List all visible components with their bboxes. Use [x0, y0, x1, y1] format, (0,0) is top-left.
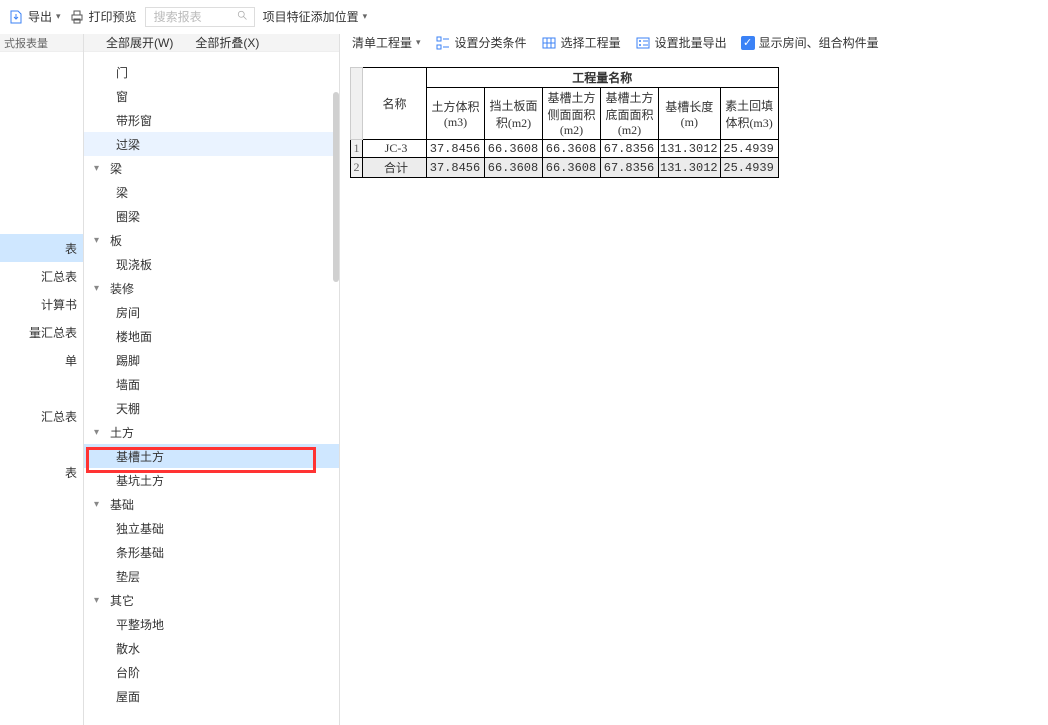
- tree-item[interactable]: 垫层: [84, 564, 339, 588]
- tree-item[interactable]: 平整场地: [84, 612, 339, 636]
- collapse-all-button[interactable]: 全部折叠(X): [195, 34, 259, 51]
- column-header: 基槽土方侧面面积(m2): [543, 88, 601, 140]
- data-cell: 66.3608: [485, 158, 543, 178]
- caret-down-icon: ▾: [94, 427, 106, 438]
- left-sidebar-item[interactable]: 计算书: [0, 290, 83, 318]
- left-sidebar-item[interactable]: 汇总表: [0, 262, 83, 290]
- select-qty-icon: [541, 35, 557, 51]
- feature-position-button[interactable]: 项目特征添加位置 ▾: [263, 8, 368, 25]
- column-header: 素土回填体积(m3): [720, 88, 778, 140]
- column-header: 名称: [363, 68, 427, 140]
- row-number: 2: [351, 158, 363, 178]
- column-header: 挡土板面积(m2): [485, 88, 543, 140]
- quantity-table: 名称工程量名称土方体积(m3)挡土板面积(m2)基槽土方侧面面积(m2)基槽土方…: [350, 67, 779, 178]
- scrollbar[interactable]: [333, 92, 339, 282]
- data-cell: 25.4939: [720, 158, 778, 178]
- data-cell: 66.3608: [543, 158, 601, 178]
- data-cell: 67.8356: [601, 140, 659, 158]
- left-sidebar-item[interactable]: [0, 430, 83, 458]
- left-sidebar-item[interactable]: 表: [0, 458, 83, 486]
- feature-position-label: 项目特征添加位置: [263, 8, 359, 25]
- tree-group[interactable]: ▾其它: [84, 588, 339, 612]
- tree-item[interactable]: 散水: [84, 636, 339, 660]
- tree-item[interactable]: 台阶: [84, 660, 339, 684]
- search-input[interactable]: [152, 9, 222, 25]
- caret-down-icon: ▾: [94, 235, 106, 246]
- export-label: 导出: [28, 8, 52, 25]
- column-header: 基槽长度(m): [659, 88, 721, 140]
- tree-item[interactable]: 基坑土方: [84, 468, 339, 492]
- checkbox-checked-icon: ✓: [741, 36, 755, 50]
- left-sidebar-item[interactable]: 量汇总表: [0, 318, 83, 346]
- classify-icon: [435, 35, 451, 51]
- tree-item[interactable]: 梁: [84, 180, 339, 204]
- tree-item[interactable]: 过梁: [84, 132, 339, 156]
- left-sidebar-item[interactable]: 表: [0, 234, 83, 262]
- caret-down-icon: ▾: [94, 595, 106, 606]
- caret-down-icon: ▾: [94, 163, 106, 174]
- list-quantity-button[interactable]: 清单工程量 ▾: [352, 34, 421, 51]
- print-preview-button[interactable]: 打印预览: [69, 8, 137, 25]
- export-button[interactable]: 导出 ▾: [8, 8, 61, 25]
- show-rooms-toggle[interactable]: ✓ 显示房间、组合构件量: [741, 34, 879, 51]
- tree-item[interactable]: 条形基础: [84, 540, 339, 564]
- tree-group[interactable]: ▾基础: [84, 492, 339, 516]
- select-quantity-button[interactable]: 选择工程量: [541, 34, 621, 51]
- data-cell: 131.3012: [659, 140, 721, 158]
- row-name-cell: 合计: [363, 158, 427, 178]
- tree-item[interactable]: 房间: [84, 300, 339, 324]
- batch-export-button[interactable]: 设置批量导出: [635, 34, 727, 51]
- print-preview-label: 打印预览: [89, 8, 137, 25]
- tree-group[interactable]: ▾梁: [84, 156, 339, 180]
- chevron-down-icon: ▾: [416, 37, 421, 48]
- column-header: 土方体积(m3): [427, 88, 485, 140]
- data-cell: 37.8456: [427, 140, 485, 158]
- tree-group[interactable]: ▾装修: [84, 276, 339, 300]
- tree-item[interactable]: 门: [84, 60, 339, 84]
- search-icon: [236, 9, 248, 24]
- tree-item[interactable]: 窗: [84, 84, 339, 108]
- tree-item[interactable]: 墙面: [84, 372, 339, 396]
- data-cell: 66.3608: [485, 140, 543, 158]
- left-tab-report[interactable]: 式报表量: [0, 34, 83, 52]
- tree-item[interactable]: 踢脚: [84, 348, 339, 372]
- data-cell: 66.3608: [543, 140, 601, 158]
- export-icon: [8, 9, 24, 25]
- left-sidebar-item[interactable]: 汇总表: [0, 402, 83, 430]
- tree-item[interactable]: 屋面: [84, 684, 339, 708]
- caret-down-icon: ▾: [94, 283, 106, 294]
- tree-item[interactable]: 基槽土方: [84, 444, 339, 468]
- tree-group[interactable]: ▾板: [84, 228, 339, 252]
- left-sidebar-item[interactable]: [0, 374, 83, 402]
- chevron-down-icon: ▾: [363, 11, 368, 22]
- column-header: 基槽土方底面面积(m2): [601, 88, 659, 140]
- data-cell: 67.8356: [601, 158, 659, 178]
- tree-item[interactable]: 带形窗: [84, 108, 339, 132]
- caret-down-icon: ▾: [94, 499, 106, 510]
- row-number: 1: [351, 140, 363, 158]
- chevron-down-icon: ▾: [56, 11, 61, 22]
- batch-export-icon: [635, 35, 651, 51]
- tree-item[interactable]: 楼地面: [84, 324, 339, 348]
- printer-icon: [69, 9, 85, 25]
- set-classify-button[interactable]: 设置分类条件: [435, 34, 527, 51]
- data-cell: 131.3012: [659, 158, 721, 178]
- data-cell: 25.4939: [720, 140, 778, 158]
- tree-group[interactable]: ▾土方: [84, 420, 339, 444]
- column-group-header: 工程量名称: [427, 68, 779, 88]
- left-sidebar-item[interactable]: 单: [0, 346, 83, 374]
- search-input-wrapper[interactable]: [145, 7, 255, 27]
- tree-item[interactable]: 天棚: [84, 396, 339, 420]
- tree-item[interactable]: 圈梁: [84, 204, 339, 228]
- tree-item[interactable]: 现浇板: [84, 252, 339, 276]
- data-cell: 37.8456: [427, 158, 485, 178]
- tree-item[interactable]: 独立基础: [84, 516, 339, 540]
- expand-all-button[interactable]: 全部展开(W): [106, 34, 173, 51]
- row-name-cell: JC-3: [363, 140, 427, 158]
